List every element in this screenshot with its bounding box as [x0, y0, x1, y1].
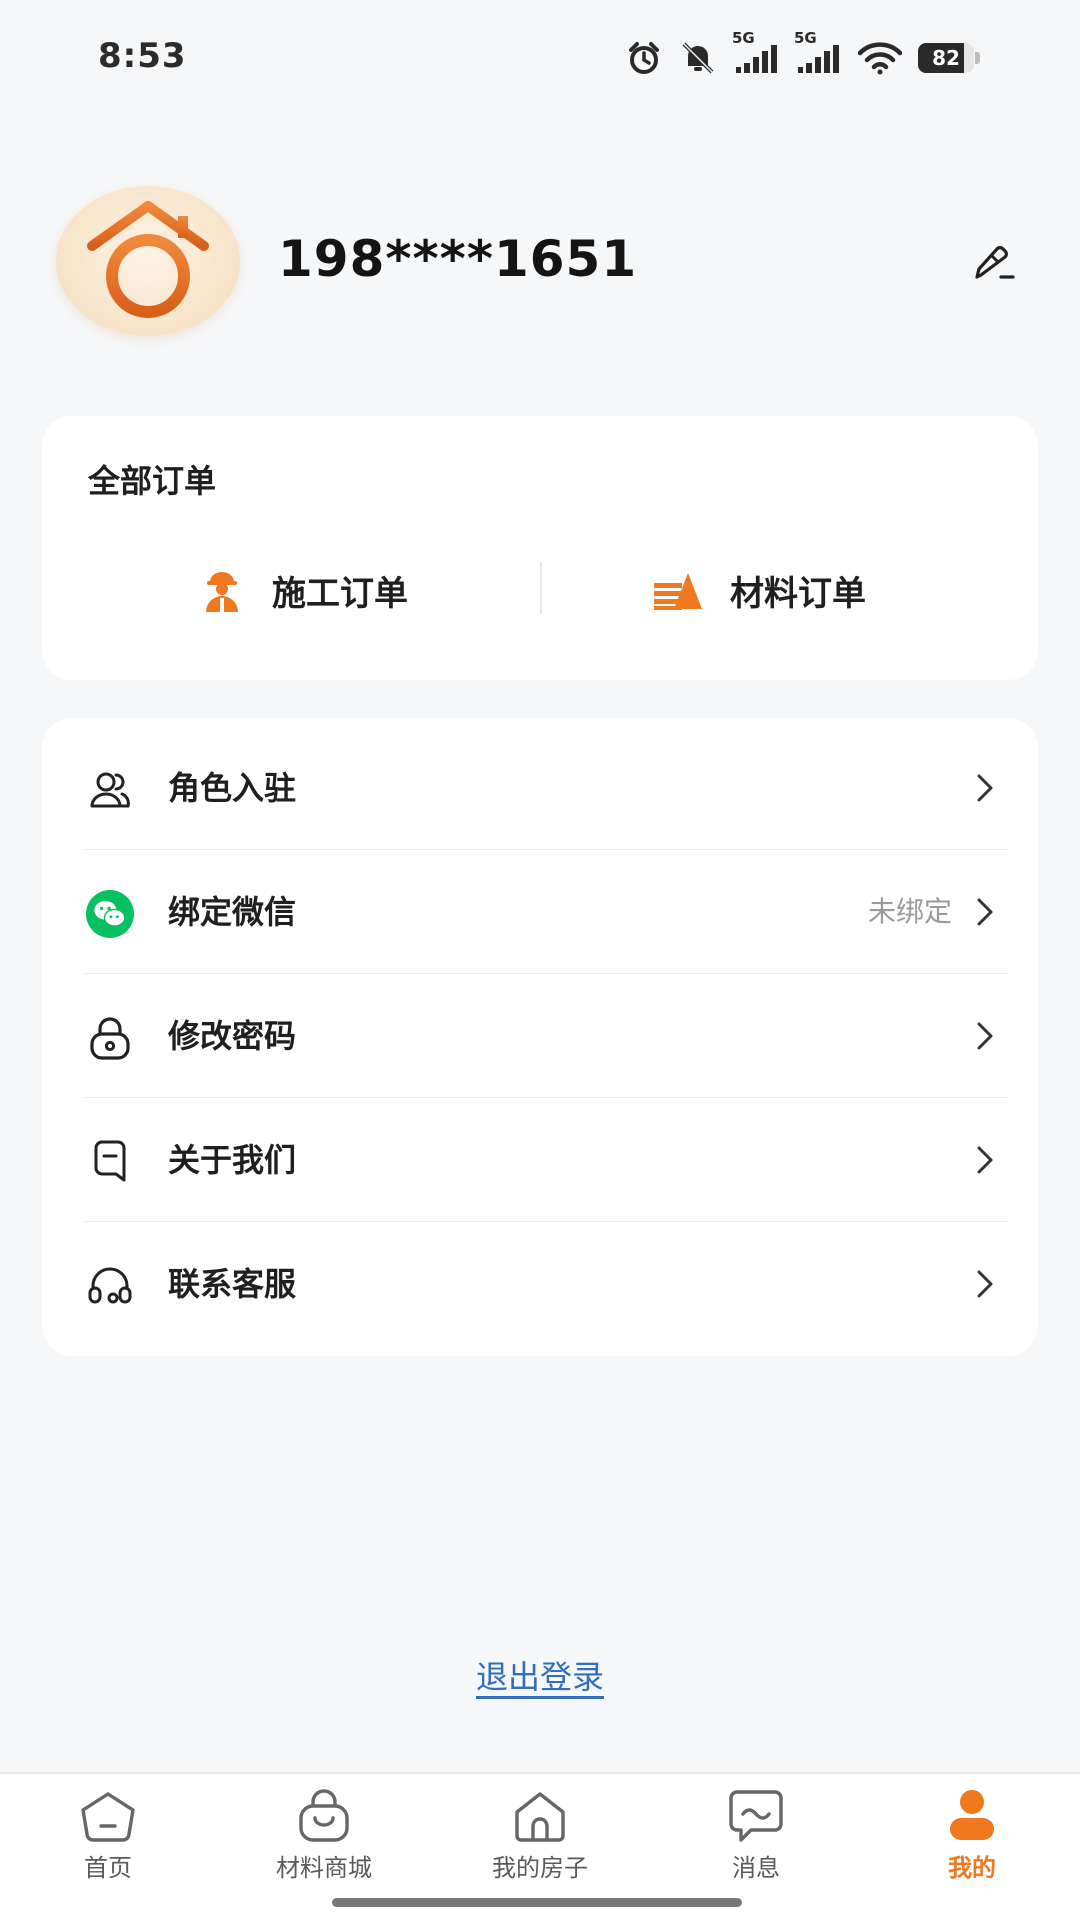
- shopping-bag-icon: [299, 1789, 349, 1842]
- alarm-icon: [626, 40, 662, 76]
- wifi-icon: [858, 41, 902, 75]
- mute-icon: [678, 40, 718, 76]
- nav-label: 材料商城: [276, 1854, 372, 1882]
- nav-label: 我的: [948, 1854, 996, 1882]
- menu-item-customer-service[interactable]: 联系客服: [42, 1222, 1038, 1346]
- person-icon: [950, 1790, 994, 1840]
- network-label-1: 5G: [732, 29, 755, 47]
- menu-item-label: 联系客服: [168, 1265, 297, 1303]
- materials-stack-icon: [654, 573, 702, 610]
- user-phone-number: 198****1651: [278, 230, 638, 288]
- menu-item-bind-wechat[interactable]: 绑定微信 未绑定: [42, 850, 1038, 974]
- battery-level: 82: [932, 46, 960, 70]
- wechat-bind-status: 未绑定: [867, 895, 952, 928]
- chevron-right-icon: [977, 1022, 993, 1050]
- network-label-2: 5G: [794, 29, 817, 47]
- menu-item-change-password[interactable]: 修改密码: [42, 974, 1038, 1098]
- headset-icon: [86, 1262, 134, 1310]
- construction-orders-label: 施工订单: [272, 573, 408, 614]
- wechat-icon: [86, 890, 134, 938]
- chevron-right-icon: [977, 774, 993, 802]
- chevron-right-icon: [977, 898, 993, 926]
- edit-pencil-icon: [975, 246, 1015, 279]
- avatar[interactable]: [56, 186, 240, 336]
- house-icon: [515, 1792, 565, 1842]
- house-logo-icon: [87, 201, 209, 318]
- home-indicator[interactable]: [332, 1898, 742, 1907]
- status-icons: 5G 5G 82: [626, 29, 980, 78]
- users-icon: [86, 766, 134, 814]
- menu-item-label: 绑定微信: [168, 893, 297, 931]
- status-bar: 8:53 5G 5G 82: [0, 0, 1080, 118]
- chat-icon: [729, 1790, 783, 1842]
- logout-link[interactable]: 退出登录: [476, 1658, 604, 1696]
- status-time: 8:53: [98, 36, 187, 76]
- menu-item-about-us[interactable]: 关于我们: [42, 1098, 1038, 1222]
- signal-icon: 5G: [794, 29, 842, 75]
- nav-tab-mine[interactable]: 我的: [892, 1788, 1052, 1892]
- edit-profile-button[interactable]: [968, 238, 1018, 288]
- info-card-icon: [86, 1138, 134, 1186]
- material-orders-label: 材料订单: [730, 573, 866, 614]
- nav-label: 首页: [84, 1854, 132, 1882]
- nav-tab-messages[interactable]: 消息: [676, 1788, 836, 1892]
- worker-icon: [206, 572, 238, 612]
- signal-icon: 5G: [732, 29, 780, 75]
- material-orders-button[interactable]: 材料订单: [652, 560, 866, 620]
- nav-tab-my-house[interactable]: 我的房子: [460, 1788, 620, 1892]
- logout-container: 退出登录: [0, 1652, 1080, 1698]
- home-face-icon: [81, 1792, 135, 1842]
- chevron-right-icon: [977, 1146, 993, 1174]
- nav-tab-material-mall[interactable]: 材料商城: [244, 1788, 404, 1892]
- construction-orders-button[interactable]: 施工订单: [198, 560, 408, 620]
- chevron-right-icon: [977, 1270, 993, 1298]
- battery-icon: 82: [918, 43, 980, 73]
- menu-item-label: 关于我们: [168, 1141, 297, 1179]
- nav-label: 消息: [732, 1854, 780, 1882]
- orders-title[interactable]: 全部订单: [88, 456, 216, 502]
- lock-icon: [86, 1014, 134, 1062]
- menu-item-role-entry[interactable]: 角色入驻: [42, 726, 1038, 850]
- orders-divider: [540, 562, 542, 614]
- nav-tab-home[interactable]: 首页: [28, 1788, 188, 1892]
- menu-item-label: 修改密码: [168, 1017, 297, 1055]
- menu-item-label: 角色入驻: [168, 769, 297, 807]
- nav-label: 我的房子: [492, 1854, 588, 1882]
